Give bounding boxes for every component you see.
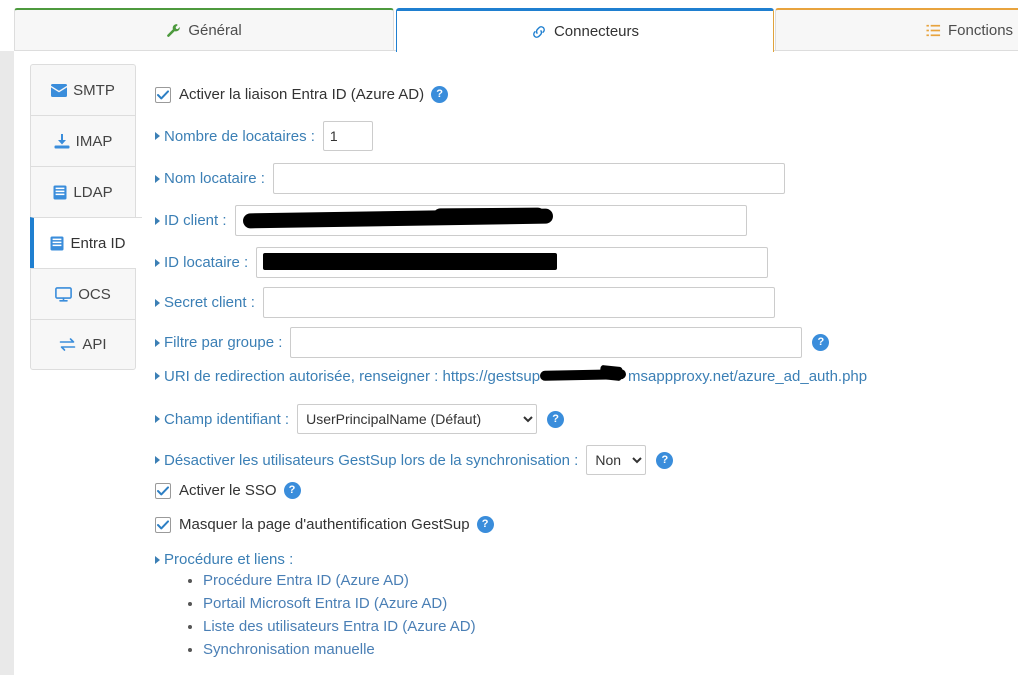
list-task-icon [926,23,941,38]
enable-sso-label: Activer le SSO [179,482,277,499]
redirect-uri-prefix: URI de redirection autorisée, renseigner… [164,367,541,385]
list-item: Liste des utilisateurs Entra ID (Azure A… [203,615,476,638]
hide-auth-page-help-icon[interactable]: ? [476,516,494,533]
enable-entra-label: Activer la liaison Entra ID (Azure AD) [179,86,425,103]
tenant-name-label: Nom locataire : [164,170,265,187]
group-filter-label: Filtre par groupe : [164,334,283,351]
desktop-icon [55,286,73,302]
tenant-count-row: Nombre de locataires : [155,121,373,151]
identity-field-label: Champ identifiant : [164,410,290,428]
link-liste-utilisateurs-entra-id[interactable]: Liste des utilisateurs Entra ID (Azure A… [203,618,476,635]
envelope-icon [51,83,68,97]
tenant-count-input[interactable] [322,121,373,151]
procedure-links-list: Procédure Entra ID (Azure AD) Portail Mi… [183,569,476,661]
caret-icon [155,132,160,140]
caret-icon [155,372,160,380]
identity-field-help-icon[interactable]: ? [547,410,565,428]
download-icon [54,133,70,149]
sidebar-item-ocs-label: OCS [78,285,111,303]
client-id-row: ID client : [155,205,747,236]
enable-sso-checkbox[interactable] [155,482,171,499]
disable-users-help-icon[interactable]: ? [656,451,674,469]
sidebar-item-smtp[interactable]: SMTP [30,64,136,115]
hide-auth-page-label: Masquer la page d'authentification GestS… [179,516,470,533]
caret-icon [155,415,160,423]
redirect-uri-suffix: msappproxy.net/azure_ad_auth.php [628,367,868,385]
client-secret-row: Secret client : [155,287,775,318]
tab-fonctions[interactable]: Fonctions [775,8,1018,51]
link-portail-microsoft-entra-id[interactable]: Portail Microsoft Entra ID (Azure AD) [203,595,447,612]
tab-connecteurs-label: Connecteurs [553,23,640,40]
tenant-name-input[interactable] [272,163,785,194]
connector-sidebar: SMTP IMAP LDAP Entra ID OCS API [30,64,142,370]
procedure-heading: Procédure et liens : [164,551,294,568]
enable-entra-row: Activer la liaison Entra ID (Azure AD) ? [155,86,449,103]
group-filter-row: Filtre par groupe : ? [155,327,830,358]
sidebar-item-ocs[interactable]: OCS [30,268,136,319]
tab-general[interactable]: Général [14,8,394,51]
sidebar-item-api-label: API [82,336,107,353]
tab-fonctions-label: Fonctions [948,22,1014,39]
sidebar-item-entraid[interactable]: Entra ID [30,217,142,268]
caret-icon [155,456,160,464]
sidebar-item-api[interactable]: API [30,319,136,370]
tenant-id-row: ID locataire : [155,247,769,278]
identity-field-row: Champ identifiant : UserPrincipalName (D… [155,404,565,434]
tenant-id-redaction-mark [263,253,558,270]
tenant-name-row: Nom locataire : [155,163,785,194]
caret-icon [155,174,160,183]
client-id-redaction-mark [432,207,545,224]
sidebar-item-imap-label: IMAP [75,132,113,150]
link-synchronisation-manuelle[interactable]: Synchronisation manuelle [203,641,375,658]
disable-users-select[interactable]: Non [586,445,647,475]
sidebar-item-ldap-label: LDAP [73,183,113,201]
tab-connecteurs[interactable]: Connecteurs [396,8,774,52]
enable-entra-help-icon[interactable]: ? [431,86,449,103]
list-item: Procédure Entra ID (Azure AD) [203,569,476,592]
sidebar-item-ldap[interactable]: LDAP [30,166,136,217]
tab-general-label: Général [188,22,242,39]
list-item: Portail Microsoft Entra ID (Azure AD) [203,592,476,615]
settings-tab-bar: Général Connecteurs Fonctions [0,0,1018,52]
caret-icon [155,338,160,347]
client-secret-label: Secret client : [164,294,255,311]
link-icon [531,24,547,40]
disable-users-label: Désactiver les utilisateurs GestSup lors… [164,451,579,469]
hide-auth-page-row: Masquer la page d'authentification GestS… [155,516,494,533]
enable-entra-checkbox[interactable] [155,86,171,103]
group-filter-help-icon[interactable]: ? [812,334,830,351]
caret-icon [155,258,160,267]
enable-sso-help-icon[interactable]: ? [283,482,301,499]
list-item: Synchronisation manuelle [203,638,476,661]
tenant-id-label: ID locataire : [164,254,249,271]
wrench-icon [166,23,181,38]
redirect-uri-row: URI de redirection autorisée, renseigner… [155,364,868,385]
link-procedure-entra-id[interactable]: Procédure Entra ID (Azure AD) [203,572,409,589]
sidebar-item-entraid-label: Entra ID [70,234,126,252]
exchange-arrows-icon [59,337,76,352]
procedure-heading-row: Procédure et liens : [155,551,293,568]
redirect-uri-redaction-mark [599,364,623,382]
enable-sso-row: Activer le SSO ? [155,482,301,499]
caret-icon [155,555,160,564]
disable-users-row: Désactiver les utilisateurs GestSup lors… [155,445,674,475]
server-icon [53,185,67,200]
caret-icon [155,216,160,225]
group-filter-input[interactable] [290,327,803,358]
sidebar-item-imap[interactable]: IMAP [30,115,136,166]
identity-field-select[interactable]: UserPrincipalName (Défaut) [297,404,538,434]
sidebar-item-smtp-label: SMTP [73,81,115,99]
client-secret-input[interactable] [262,287,775,318]
tenant-count-label: Nombre de locataires : [164,127,315,145]
hide-auth-page-checkbox[interactable] [155,516,171,533]
caret-icon [155,298,160,307]
server-icon [50,236,64,251]
client-id-label: ID client : [164,212,227,229]
